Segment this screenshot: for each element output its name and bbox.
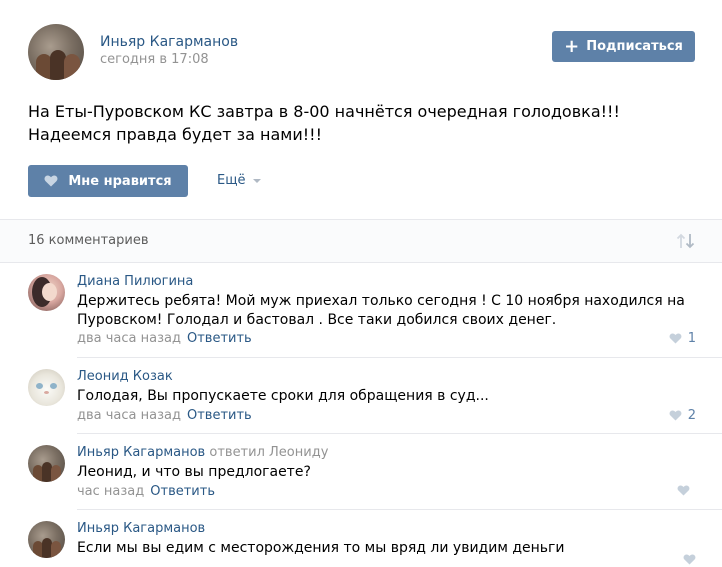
comment-text: Держитесь ребята! Мой муж приехал только…: [77, 293, 685, 328]
heart-icon: [44, 175, 58, 187]
heart-icon: [669, 333, 682, 344]
comment-author[interactable]: Диана Пилюгина: [77, 274, 193, 289]
comment-like-button[interactable]: [683, 554, 696, 565]
reply-link[interactable]: Ответить: [187, 408, 252, 423]
comment-meta: два часа назад Ответить: [77, 408, 252, 423]
comment-author-line: Иньяр Кагарманов ответил Леониду: [77, 445, 328, 460]
comment-author[interactable]: Леонид Козак: [77, 369, 173, 384]
more-dropdown[interactable]: Ещё: [217, 173, 262, 188]
comment-like-button[interactable]: 1: [669, 331, 696, 346]
post-header: Иньяр Кагарманов сегодня в 17:08 + Подпи…: [0, 0, 722, 90]
post-time[interactable]: сегодня в 17:08: [100, 52, 209, 67]
comment-text: Если мы вы едим с месторождения то мы вр…: [77, 540, 565, 556]
post-text: На Еты-Пуровском КС завтра в 8-00 начнёт…: [28, 102, 620, 144]
heart-icon: [683, 554, 696, 565]
divider: [77, 357, 722, 358]
heart-icon: [669, 410, 682, 421]
avatar[interactable]: [28, 445, 65, 482]
author-avatar[interactable]: [28, 24, 84, 80]
reply-to-label[interactable]: ответил Леониду: [209, 445, 328, 460]
comment-time[interactable]: два часа назад: [77, 408, 181, 423]
more-label: Ещё: [217, 173, 246, 188]
comment-time[interactable]: час назад: [77, 484, 144, 499]
comment-like-button[interactable]: [677, 485, 696, 496]
divider: [77, 509, 722, 510]
comment-meta: час назад Ответить: [77, 484, 215, 499]
avatar[interactable]: [28, 521, 65, 558]
avatar[interactable]: [28, 274, 65, 311]
avatar[interactable]: [28, 369, 65, 406]
comments-count: 16 комментариев: [28, 233, 149, 248]
like-count: 1: [687, 331, 696, 346]
comment-time[interactable]: два часа назад: [77, 331, 181, 346]
like-button[interactable]: Мне нравится: [28, 165, 188, 197]
heart-icon: [677, 485, 690, 496]
like-label: Мне нравится: [68, 173, 172, 189]
comment-text: Леонид, и что вы предлогаете?: [77, 464, 311, 480]
subscribe-label: Подписаться: [586, 39, 683, 54]
like-count: 2: [687, 408, 696, 423]
comment-meta: два часа назад Ответить: [77, 331, 252, 346]
sort-icon[interactable]: [676, 232, 696, 250]
reply-link[interactable]: Ответить: [187, 331, 252, 346]
subscribe-button[interactable]: + Подписаться: [552, 31, 695, 62]
divider: [0, 262, 722, 263]
divider: [77, 433, 722, 434]
comment-author[interactable]: Иньяр Кагарманов: [77, 521, 205, 536]
comment-author[interactable]: Иньяр Кагарманов: [77, 445, 205, 460]
reply-link[interactable]: Ответить: [150, 484, 215, 499]
post-author-name[interactable]: Иньяр Кагарманов: [100, 34, 238, 50]
plus-icon: +: [564, 35, 580, 57]
comment-like-button[interactable]: 2: [669, 408, 696, 423]
comment-text: Голодая, Вы пропускаете сроки для обраще…: [77, 388, 489, 404]
chevron-down-icon: [253, 178, 262, 183]
